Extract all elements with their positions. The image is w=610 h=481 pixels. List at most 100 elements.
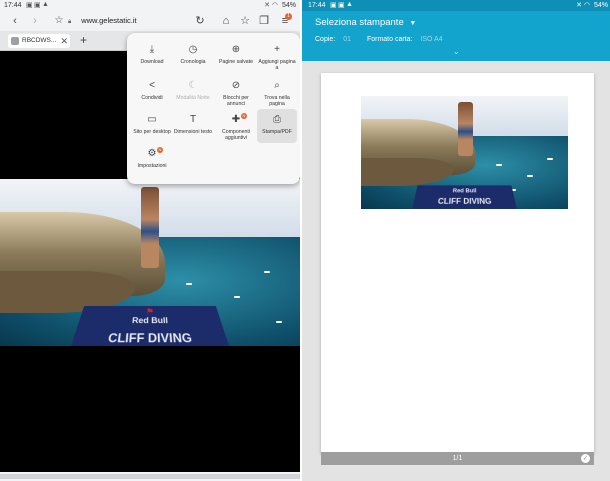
favicon-icon — [11, 37, 19, 45]
menu-item-label: Cronologia — [180, 59, 206, 65]
aggiungi-pagina-a-icon: + — [274, 44, 280, 55]
mute-icon: ✕ — [264, 2, 270, 9]
bookmarks-icon[interactable]: ☆ — [238, 14, 252, 28]
menu-item-label: Sito per desktop — [133, 129, 171, 135]
brand-text: Red Bull — [131, 315, 169, 325]
page-selected-check-icon[interactable]: ✓ — [581, 454, 590, 463]
copies-label: Copie: — [315, 36, 336, 43]
dropdown-arrow-icon: ▼ — [409, 20, 417, 27]
address-bar[interactable]: 🔒︎ www.gelestatic.it — [68, 15, 188, 27]
battery-level: 54% — [281, 2, 296, 9]
status-bar: 17:44 ▣ ▣ ▲ ✕ ◠ 54% — [302, 0, 610, 11]
blocchi-per-annunci-icon: ⊘ — [231, 80, 241, 91]
mute-icon: ✕ — [576, 2, 582, 9]
warning-icon: ▲ — [42, 1, 49, 8]
new-badge: N — [241, 113, 247, 119]
menu-item-label: Dimensioni testo — [173, 129, 213, 135]
menu-item-modalit-notte: ☾ Modalità Notte — [173, 79, 213, 111]
page-photo: ⚑ Red Bull CLIFF DIVING — [0, 179, 300, 346]
menu-item-aggiungi-pagina-a[interactable]: + Aggiungi pagina a — [257, 43, 297, 75]
menu-item-label: Stampa/PDF — [262, 129, 292, 135]
diver-figure — [458, 101, 473, 156]
home-icon[interactable]: ⌂ — [219, 14, 233, 28]
tabs-icon[interactable]: ❐ — [257, 14, 271, 28]
menu-item-impostazioni[interactable]: ⚙ Impostazioni N — [132, 147, 172, 179]
bookmark-star-icon[interactable]: ☆ — [52, 14, 66, 28]
componenti-aggiuntivi-icon: ✚ — [231, 114, 241, 125]
printer-title: Seleziona stampante — [315, 17, 404, 28]
menu-item-sito-per-desktop[interactable]: ▭ Sito per desktop — [132, 113, 172, 145]
menu-item-stampa-pdf[interactable]: ⎙ Stampa/PDF — [257, 109, 297, 143]
menu-item-cronologia[interactable]: ◷ Cronologia — [173, 43, 213, 75]
menu-item-componenti-aggiuntivi[interactable]: ✚ Componenti aggiuntivi N — [216, 113, 256, 145]
paper-size-label: Formato carta: — [366, 36, 413, 43]
banner-text: CLIFF DIVING — [106, 330, 194, 346]
diving-platform: Red Bull CLIFF DIVING — [412, 185, 517, 209]
tab-title: RBCDWS... — [22, 37, 57, 44]
menu-item-label: Download — [140, 59, 164, 65]
preview-photo: Red Bull CLIFF DIVING — [361, 96, 568, 209]
forward-icon[interactable]: › — [28, 14, 42, 28]
download-icon: ⤓ — [149, 44, 155, 55]
browser-pane: 17:44 ▣ ▣ ▲ ✕ ◠ 54% ‹ › ☆ 🔒︎ www.gelestat… — [0, 0, 300, 481]
warning-icon: ▲ — [346, 1, 353, 8]
menu-item-label: Blocchi per annunci — [223, 95, 249, 107]
menu-item-label: Modalità Notte — [176, 95, 210, 101]
preview-footer: 1/1 ✓ — [321, 452, 594, 465]
reload-icon[interactable]: ↻ — [193, 14, 207, 28]
dimensioni-testo-icon: T — [189, 114, 197, 125]
print-options-row: Copie: 01 Formato carta: ISO A4 — [315, 36, 443, 43]
menu-item-trova-nella-pagina[interactable]: ⌕ Trova nella pagina — [257, 79, 297, 111]
menu-item-label: Condividi — [141, 95, 163, 101]
condividi-icon: < — [149, 80, 155, 91]
page-indicator: 1/1 — [452, 455, 463, 462]
status-time: 17:44 — [308, 2, 326, 9]
menu-item-label: Componenti aggiuntivi — [222, 129, 250, 141]
printer-selector[interactable]: Seleziona stampante ▼ — [315, 17, 416, 28]
brand-text: Red Bull — [452, 188, 477, 195]
menu-item-condividi[interactable]: < Condividi — [132, 79, 172, 111]
close-tab-icon[interactable]: ✕ — [60, 34, 68, 48]
notification-icon: ▣ — [34, 2, 41, 9]
browser-toolbar: ‹ › ☆ 🔒︎ www.gelestatic.it ↻ ⌂ ☆ ❐ ≡ 1 — [0, 11, 300, 31]
url-text: www.gelestatic.it — [81, 16, 137, 25]
banner-text: CLIFF DIVING — [437, 197, 492, 206]
menu-item-dimensioni-testo[interactable]: T Dimensioni testo — [173, 113, 213, 145]
stampa-pdf-icon: ⎙ — [273, 114, 281, 125]
menu-item-label: Aggiungi pagina a — [258, 59, 296, 71]
notification-icon: ▣ — [26, 2, 33, 9]
notification-icon: ▣ — [330, 2, 337, 9]
wifi-icon: ◠ — [271, 2, 278, 9]
paper-size-value[interactable]: ISO A4 — [420, 36, 442, 43]
new-badge: N — [157, 147, 163, 153]
bottom-scroll-strip — [0, 472, 300, 481]
notification-icon: ▣ — [338, 2, 345, 9]
impostazioni-icon: ⚙ — [147, 148, 157, 159]
diver-figure — [141, 187, 159, 268]
expand-options-icon[interactable]: ⌄ — [453, 47, 460, 56]
print-pane: 17:44 ▣ ▣ ▲ ✕ ◠ 54% Seleziona stampante … — [300, 0, 610, 481]
browser-tab[interactable]: RBCDWS... ✕ — [8, 34, 70, 48]
menu-item-label: Trova nella pagina — [264, 95, 290, 107]
diving-platform: ⚑ Red Bull CLIFF DIVING — [70, 305, 230, 346]
menu-item-blocchi-per-annunci[interactable]: ⊘ Blocchi per annunci — [216, 79, 256, 111]
menu-item-download[interactable]: ⤓ Download — [132, 43, 172, 75]
trova-nella-pagina-icon: ⌕ — [274, 80, 280, 91]
menu-item-label: Pagine salvate — [218, 59, 254, 65]
menu-item-pagine-salvate[interactable]: ⊕ Pagine salvate — [216, 43, 256, 75]
modalit-notte-icon: ☾ — [188, 80, 198, 91]
menu-item-label: Impostazioni — [137, 163, 167, 169]
wifi-icon: ◠ — [583, 2, 590, 9]
new-tab-icon[interactable]: + — [80, 33, 87, 47]
print-preview-page: Red Bull CLIFF DIVING — [321, 73, 594, 454]
menu-badge: 1 — [285, 13, 292, 20]
status-bar: 17:44 ▣ ▣ ▲ ✕ ◠ 54% — [0, 0, 300, 11]
copies-value[interactable]: 01 — [343, 36, 351, 43]
back-icon[interactable]: ‹ — [8, 14, 22, 28]
cronologia-icon: ◷ — [188, 44, 198, 55]
print-header: Seleziona stampante ▼ Copie: 01 Formato … — [302, 11, 610, 61]
battery-level: 54% — [593, 2, 608, 9]
status-time: 17:44 — [4, 2, 22, 9]
scrollbar[interactable] — [0, 474, 300, 479]
pagine-salvate-icon: ⊕ — [231, 44, 241, 55]
